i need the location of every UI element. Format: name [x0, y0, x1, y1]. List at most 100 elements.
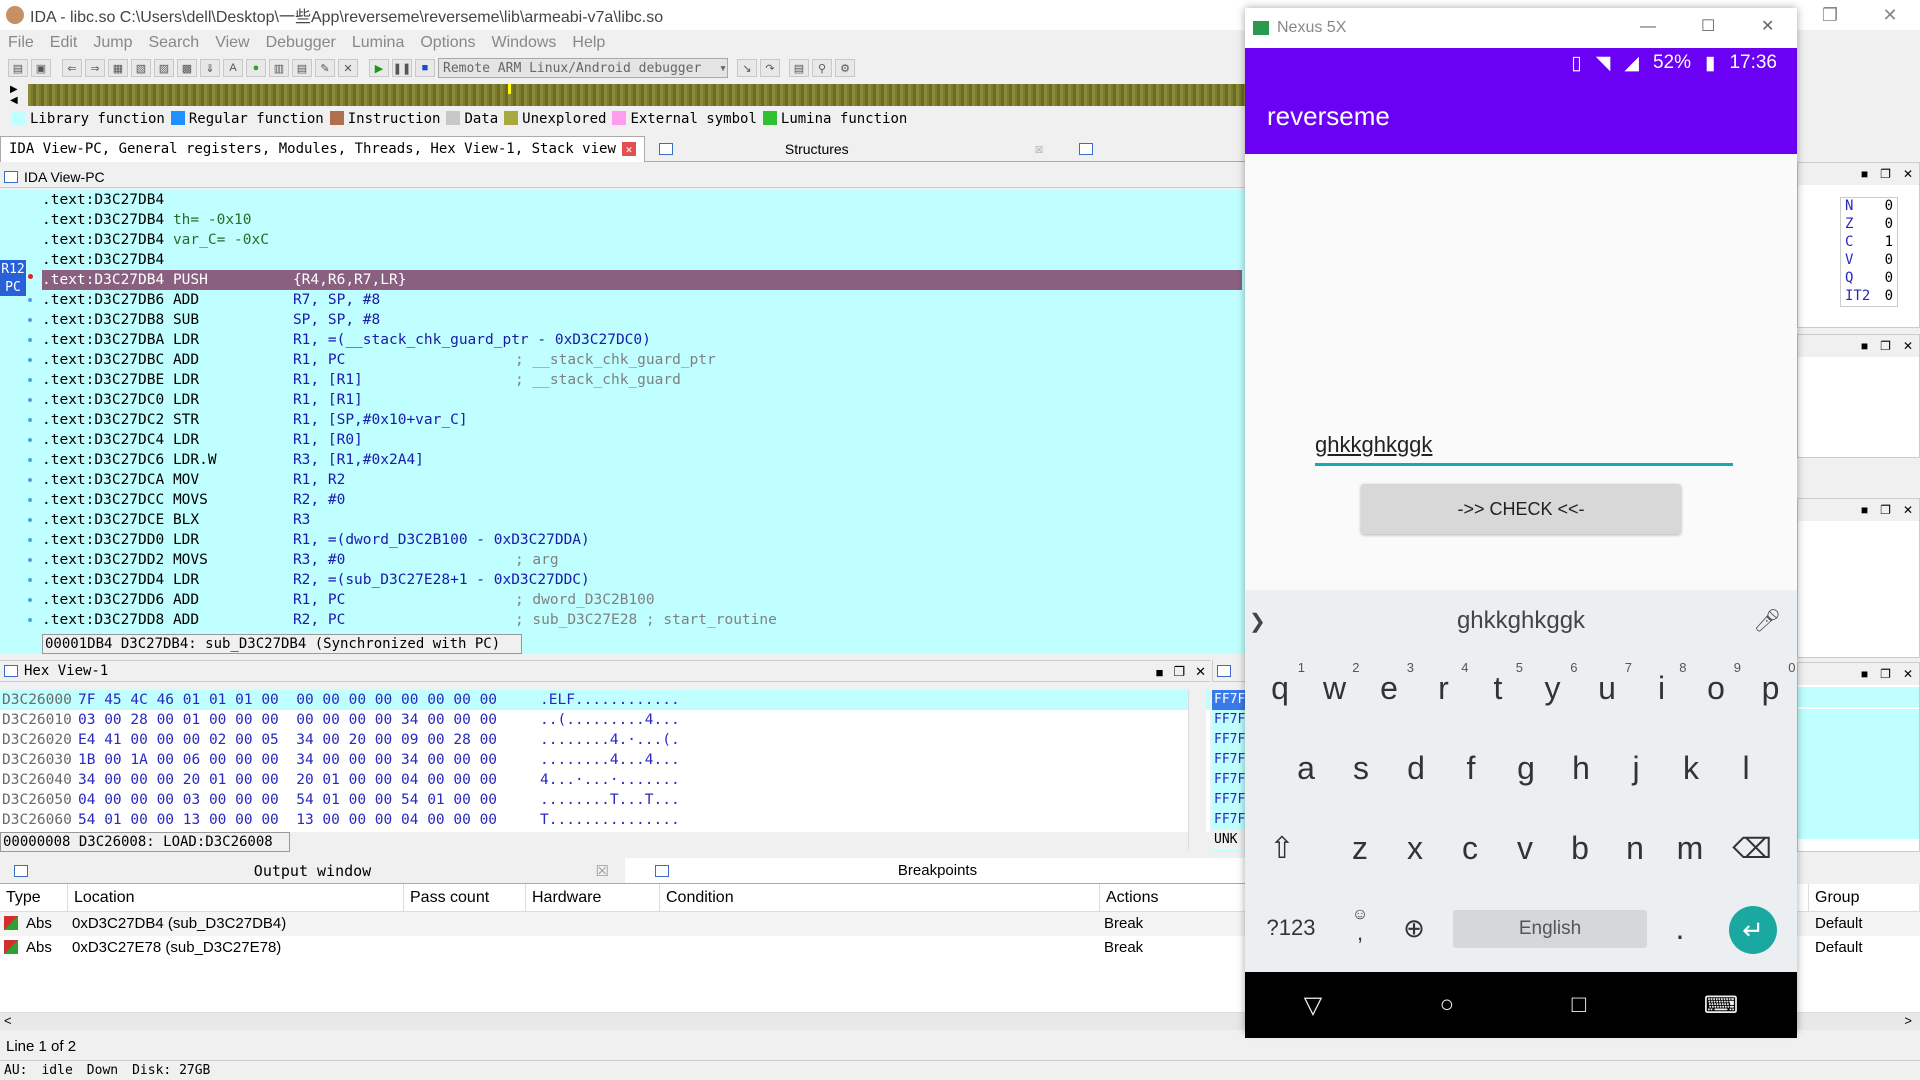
menu-debugger[interactable]: Debugger	[258, 34, 344, 52]
hex-view[interactable]: D3C26000 7F 45 4C 46 01 01 01 00 00 00 00…	[0, 690, 1210, 832]
col-type[interactable]: Type	[0, 883, 68, 912]
globe-icon[interactable]: ⊕	[1389, 898, 1439, 958]
shift-icon[interactable]: ⇧	[1257, 818, 1307, 878]
recents-nav-icon[interactable]: □	[1572, 991, 1587, 1019]
key-h[interactable]: h	[1556, 738, 1606, 798]
menu-edit[interactable]: Edit	[42, 34, 86, 52]
key-o[interactable]: o9	[1691, 658, 1741, 718]
menu-help[interactable]: Help	[564, 34, 613, 52]
tab-structures[interactable]: Structures	[777, 136, 857, 162]
restore-icon[interactable]: ❐	[1800, 0, 1860, 30]
key-g[interactable]: g	[1501, 738, 1551, 798]
scroll-right-icon[interactable]: >	[1904, 1013, 1912, 1028]
stack-row[interactable]: FF7F	[1212, 770, 1245, 790]
flag-row[interactable]: V0	[1841, 252, 1897, 270]
tracing-icon[interactable]: ⚲	[812, 59, 832, 77]
disasm-line[interactable]: .text:D3C27DB4 th= -0x10	[42, 210, 1242, 230]
maximize-icon[interactable]: ■	[1861, 503, 1868, 517]
stack-row[interactable]: FF7F	[1212, 790, 1245, 810]
close-structures-icon[interactable]: ☒	[1027, 136, 1051, 162]
key-f[interactable]: f	[1446, 738, 1496, 798]
close-db-icon[interactable]: ✕	[338, 59, 358, 77]
stack-row[interactable]: FF7F	[1212, 810, 1245, 830]
enter-key[interactable]: ↵	[1729, 906, 1777, 954]
menu-search[interactable]: Search	[140, 34, 207, 52]
key-r[interactable]: r4	[1419, 658, 1468, 718]
menu-jump[interactable]: Jump	[85, 34, 140, 52]
disasm-line[interactable]: .text:D3C27DB4 PUSH {R4,R6,R7,LR}	[42, 270, 1242, 290]
close-icon[interactable]: ✕	[1860, 0, 1920, 30]
struct-icon[interactable]: ▥	[269, 59, 289, 77]
close-icon[interactable]: ✕	[1761, 16, 1774, 36]
maximize-icon[interactable]: ■	[1861, 167, 1868, 181]
forward-icon[interactable]: ⇒	[85, 59, 105, 77]
disasm-line[interactable]: .text:D3C27DD6 ADD R1, PC ; dword_D3C2B100	[42, 590, 1242, 610]
key-m[interactable]: m	[1665, 818, 1715, 878]
float-icon[interactable]: ❐	[1880, 667, 1891, 681]
menu-windows[interactable]: Windows	[483, 34, 564, 52]
maximize-icon[interactable]: ■	[1156, 665, 1164, 680]
stack-row[interactable]: UNK	[1212, 830, 1245, 850]
back-nav-icon[interactable]: ▽	[1304, 991, 1322, 1020]
hex-row[interactable]: D3C26000 7F 45 4C 46 01 01 01 00 00 00 00…	[0, 690, 1210, 710]
tab-output-window[interactable]: Output window ☒	[0, 858, 625, 883]
col-condition[interactable]: Condition	[660, 883, 1100, 912]
col-hardware[interactable]: Hardware	[526, 883, 660, 912]
disasm-line[interactable]: .text:D3C27DBA LDR R1, =(__stack_chk_guar…	[42, 330, 1242, 350]
disasm-line[interactable]: .text:D3C27DB4	[42, 250, 1242, 270]
disasm-line[interactable]: .text:D3C27DCC MOVS R2, #0	[42, 490, 1242, 510]
download-icon[interactable]: ⇓	[200, 59, 220, 77]
key-v[interactable]: v	[1500, 818, 1550, 878]
key-t[interactable]: t5	[1473, 658, 1523, 718]
emoji-comma-key[interactable]: ☺,	[1335, 898, 1385, 958]
float-icon[interactable]: ❐	[1173, 664, 1185, 680]
save-icon[interactable]: ▣	[31, 59, 51, 77]
close-output-icon[interactable]: ☒	[596, 862, 609, 880]
graph-icon[interactable]: A	[223, 59, 243, 77]
col-location[interactable]: Location	[68, 883, 404, 912]
close-icon[interactable]: ✕	[1903, 339, 1913, 353]
key-e[interactable]: e3	[1364, 658, 1414, 718]
float-icon[interactable]: ❐	[1880, 167, 1891, 181]
disasm-line[interactable]: .text:D3C27DBE LDR R1, [R1] ; __stack_chk_…	[42, 370, 1242, 390]
menu-lumina[interactable]: Lumina	[344, 34, 412, 52]
maximize-icon[interactable]: ☐	[1701, 16, 1715, 36]
check-button[interactable]: ->> CHECK <<-	[1361, 484, 1681, 534]
xref-icon[interactable]: ▤	[292, 59, 312, 77]
col-pass-count[interactable]: Pass count	[404, 883, 526, 912]
maximize-icon[interactable]: ■	[1861, 667, 1868, 681]
menu-options[interactable]: Options	[412, 34, 483, 52]
key-l[interactable]: l	[1721, 738, 1771, 798]
hex-row[interactable]: D3C26020 E4 41 00 00 00 02 00 05 34 00 20…	[0, 730, 1210, 750]
close-icon[interactable]: ✕	[1903, 667, 1913, 681]
navigation-band[interactable]	[28, 84, 1250, 106]
struct-tab-icon[interactable]	[651, 136, 687, 162]
key-c[interactable]: c	[1445, 818, 1495, 878]
disasm-line[interactable]: .text:D3C27DD8 ADD R2, PC ; sub_D3C27E28 ;…	[42, 610, 1242, 630]
disasm-line[interactable]: .text:D3C27DB6 ADD R7, SP, #8	[42, 290, 1242, 310]
hex-row[interactable]: D3C26060 54 01 00 00 13 00 00 00 13 00 00…	[0, 810, 1210, 830]
menu-view[interactable]: View	[207, 34, 257, 52]
stack-view[interactable]: FF7F FF7F FF7F FF7F FF7F FF7F FF7F UNK	[1212, 690, 1245, 852]
disasm-line[interactable]: .text:D3C27DC0 LDR R1, [R1]	[42, 390, 1242, 410]
pause-icon[interactable]: ❚❚	[392, 59, 412, 77]
mic-icon[interactable]: 🎤︎	[1753, 608, 1781, 634]
hex-row[interactable]: D3C26030 1B 00 1A 00 06 00 00 00 34 00 00…	[0, 750, 1210, 770]
close-tab-icon[interactable]: ✕	[621, 142, 636, 156]
key-z[interactable]: z	[1335, 818, 1385, 878]
disasm-line[interactable]: .text:D3C27DD0 LDR R1, =(dword_D3C2B100 -…	[42, 530, 1242, 550]
patch-icon[interactable]: ✎	[315, 59, 335, 77]
backspace-icon[interactable]: ⌫	[1727, 818, 1777, 878]
close-icon[interactable]: ✕	[1903, 503, 1913, 517]
float-icon[interactable]: ❐	[1880, 503, 1891, 517]
home-nav-icon[interactable]: ○	[1440, 991, 1455, 1019]
hex-row[interactable]: D3C26050 04 00 00 00 03 00 00 00 54 01 00…	[0, 790, 1210, 810]
disassembly-view[interactable]: R12 PC .text:D3C27DB4 .text:D3C27DB4 th= …	[0, 190, 1245, 654]
minimize-icon[interactable]: —	[1640, 18, 1656, 36]
key-q[interactable]: q1	[1255, 658, 1305, 718]
key-x[interactable]: x	[1390, 818, 1440, 878]
hex-row[interactable]: D3C26010 03 00 28 00 01 00 00 00 00 00 00…	[0, 710, 1210, 730]
back-icon[interactable]: ⇐	[62, 59, 82, 77]
close-icon[interactable]: ✕	[1195, 664, 1206, 680]
disasm-line[interactable]: .text:D3C27DD4 LDR R2, =(sub_D3C27E28+1 -…	[42, 570, 1242, 590]
